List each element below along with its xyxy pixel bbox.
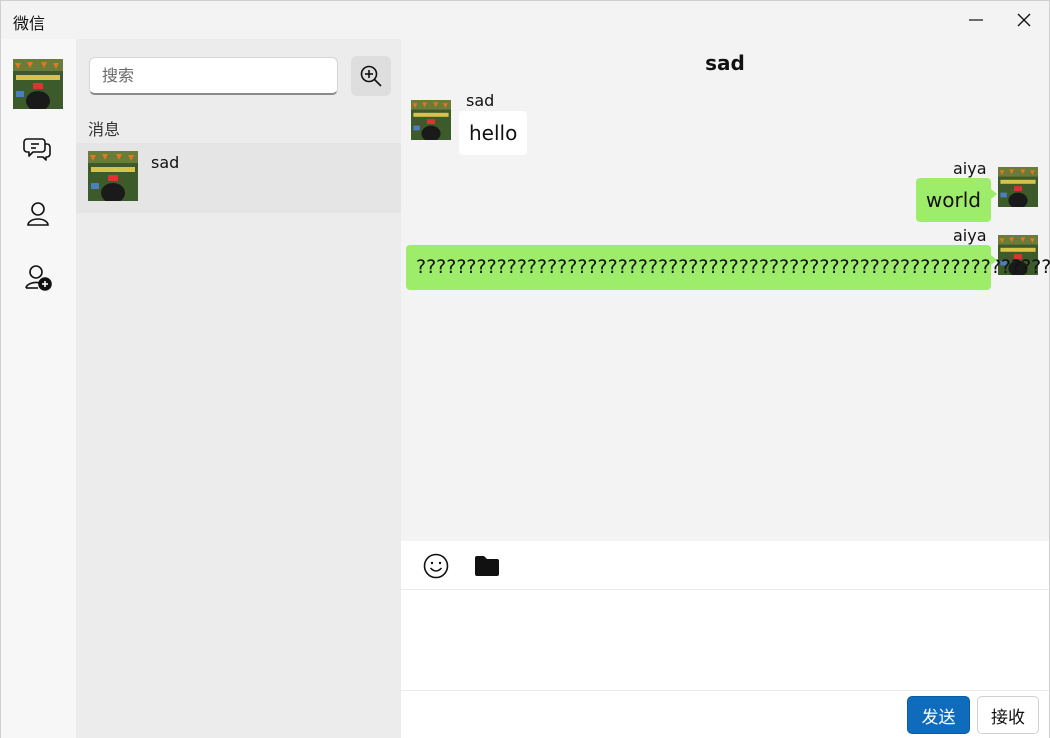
close-icon [1017,13,1031,27]
search-input[interactable] [89,57,338,95]
minimize-button[interactable] [953,1,999,39]
conversation-list-panel: 消息 sad [76,39,401,738]
avatar[interactable] [998,167,1038,209]
wechat-window: 微信 搜索 消息 sad sad sad hello aiya world ai… [0,0,1050,738]
user-icon[interactable] [23,199,53,229]
section-label-messages: 消息 [88,120,121,139]
divider [401,690,1049,691]
search-button[interactable] [351,56,391,96]
avatar [88,151,138,203]
close-button[interactable] [1001,1,1047,39]
message-sender: aiya [953,226,987,245]
list-item[interactable]: sad [76,143,401,213]
bubble-tail [991,189,997,199]
window-title: 微信 [13,14,46,33]
emoji-button[interactable] [421,551,451,581]
minimize-icon [969,19,983,21]
chat-bubbles-icon[interactable] [23,134,53,164]
message-sender: aiya [953,159,987,178]
avatar[interactable] [13,59,63,111]
emoji-icon [423,553,449,579]
receive-button[interactable]: 接收 [977,696,1039,734]
send-button[interactable]: 发送 [907,696,970,734]
message-sender: sad [466,91,495,110]
nav-sidebar [1,39,76,738]
message-bubble: hello [459,111,528,155]
contact-name: sad [151,153,180,172]
avatar[interactable] [411,100,451,142]
message-bubble: ????????????????????????????????????????… [406,245,1050,290]
file-button[interactable] [472,551,502,581]
chat-title: sad [705,51,745,75]
zoom-in-icon [360,65,382,87]
add-user-icon[interactable] [23,263,53,293]
message-input-area: 发送 接收 [401,541,1049,738]
message-textarea[interactable] [401,590,1049,690]
bubble-tail [991,255,997,265]
message-bubble: world [915,178,991,222]
folder-icon [475,556,499,576]
title-bar: 微信 [1,1,1049,39]
chat-panel: sad sad hello aiya world aiya ??????????… [401,39,1050,539]
